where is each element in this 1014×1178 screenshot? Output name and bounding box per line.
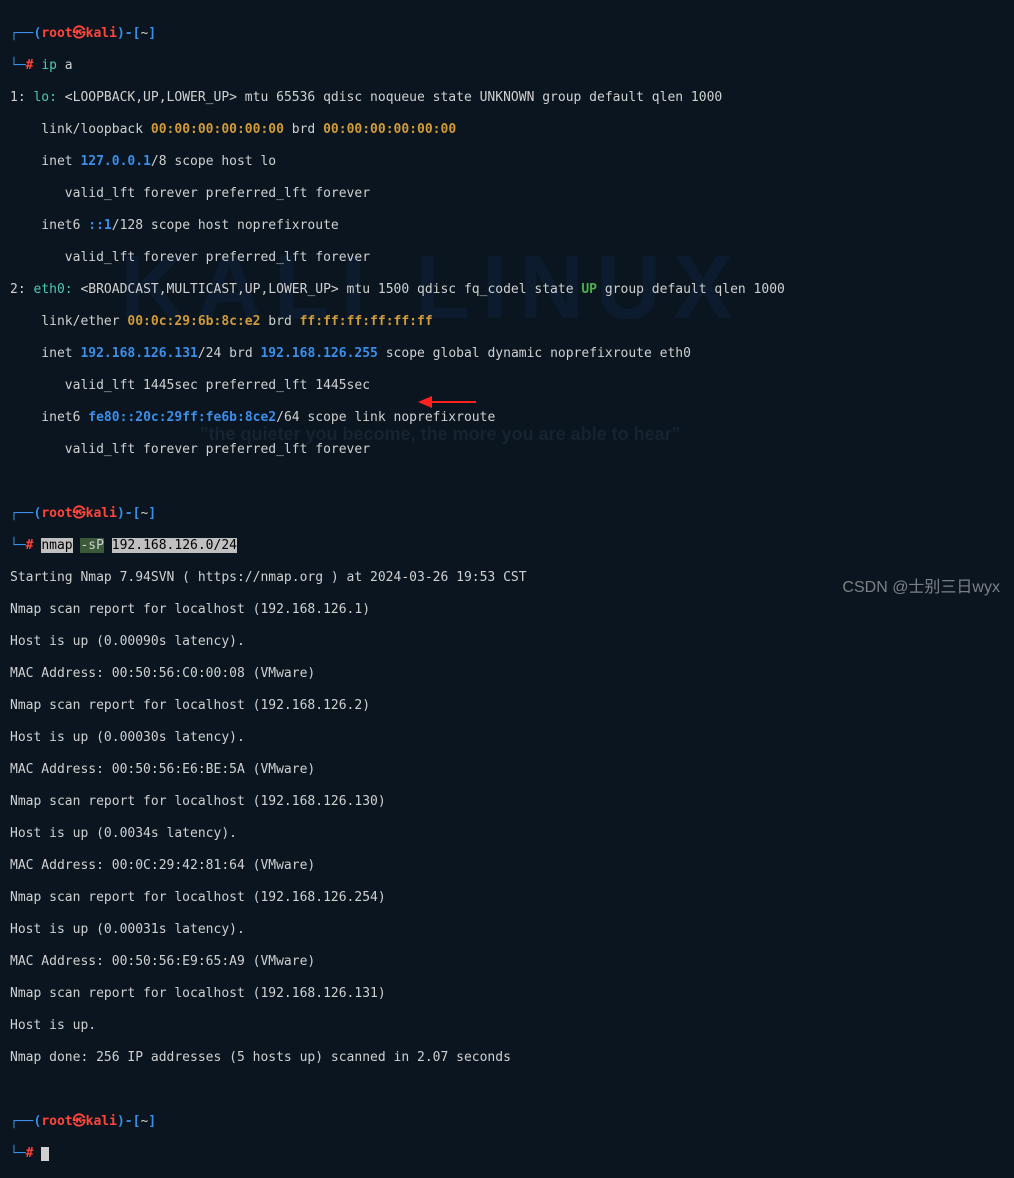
nmap-option: -sP	[80, 538, 103, 553]
terminal-output[interactable]: ┌──(root㉿kali)-[~] └─# ip a 1: lo: <LOOP…	[10, 10, 1004, 1178]
ip-output-line: valid_lft 1445sec preferred_lft 1445sec	[10, 378, 1004, 394]
command-nmap: nmap	[41, 538, 72, 553]
blank-line	[10, 474, 1004, 490]
ip-output-line: valid_lft forever preferred_lft forever	[10, 186, 1004, 202]
command-line-2: └─# nmap -sP 192.168.126.0/24	[10, 538, 1004, 554]
prompt-line-1: ┌──(root㉿kali)-[~]	[10, 26, 1004, 42]
nmap-output-line: Nmap scan report for localhost (192.168.…	[10, 698, 1004, 714]
nmap-output-line: MAC Address: 00:50:56:E6:BE:5A (VMware)	[10, 762, 1004, 778]
ip-output-line: valid_lft forever preferred_lft forever	[10, 250, 1004, 266]
cursor-icon	[41, 1147, 49, 1161]
command-ip: ip	[41, 58, 57, 73]
nmap-output-line: Nmap scan report for localhost (192.168.…	[10, 794, 1004, 810]
ip-output-line: link/loopback 00:00:00:00:00:00 brd 00:0…	[10, 122, 1004, 138]
ip-output-line: inet6 ::1/128 scope host noprefixroute	[10, 218, 1004, 234]
nmap-output-line: Host is up.	[10, 1018, 1004, 1034]
nmap-output-line: MAC Address: 00:0C:29:42:81:64 (VMware)	[10, 858, 1004, 874]
nmap-output-line: MAC Address: 00:50:56:C0:00:08 (VMware)	[10, 666, 1004, 682]
nmap-output-line: Starting Nmap 7.94SVN ( https://nmap.org…	[10, 570, 1004, 586]
ip-output-line: 2: eth0: <BROADCAST,MULTICAST,UP,LOWER_U…	[10, 282, 1004, 298]
nmap-output-line: Host is up (0.00090s latency).	[10, 634, 1004, 650]
command-line-3[interactable]: └─#	[10, 1146, 1004, 1162]
nmap-output-line: Nmap scan report for localhost (192.168.…	[10, 890, 1004, 906]
nmap-output-line: Nmap scan report for localhost (192.168.…	[10, 602, 1004, 618]
blank-line	[10, 1082, 1004, 1098]
ip-output-line: valid_lft forever preferred_lft forever	[10, 442, 1004, 458]
prompt-line-2: ┌──(root㉿kali)-[~]	[10, 506, 1004, 522]
nmap-output-line: Host is up (0.00031s latency).	[10, 922, 1004, 938]
nmap-target: 192.168.126.0/24	[112, 538, 237, 553]
ip-output-line: link/ether 00:0c:29:6b:8c:e2 brd ff:ff:f…	[10, 314, 1004, 330]
prompt-line-3: ┌──(root㉿kali)-[~]	[10, 1114, 1004, 1130]
nmap-output-line: Host is up (0.0034s latency).	[10, 826, 1004, 842]
command-line-1: └─# ip a	[10, 58, 1004, 74]
nmap-output-line: Host is up (0.00030s latency).	[10, 730, 1004, 746]
ip-output-line: inet 127.0.0.1/8 scope host lo	[10, 154, 1004, 170]
nmap-output-line: Nmap scan report for localhost (192.168.…	[10, 986, 1004, 1002]
ip-output-line: 1: lo: <LOOPBACK,UP,LOWER_UP> mtu 65536 …	[10, 90, 1004, 106]
ip-output-line: inet 192.168.126.131/24 brd 192.168.126.…	[10, 346, 1004, 362]
nmap-output-line: Nmap done: 256 IP addresses (5 hosts up)…	[10, 1050, 1004, 1066]
ip-output-line: inet6 fe80::20c:29ff:fe6b:8ce2/64 scope …	[10, 410, 1004, 426]
nmap-output-line: MAC Address: 00:50:56:E9:65:A9 (VMware)	[10, 954, 1004, 970]
